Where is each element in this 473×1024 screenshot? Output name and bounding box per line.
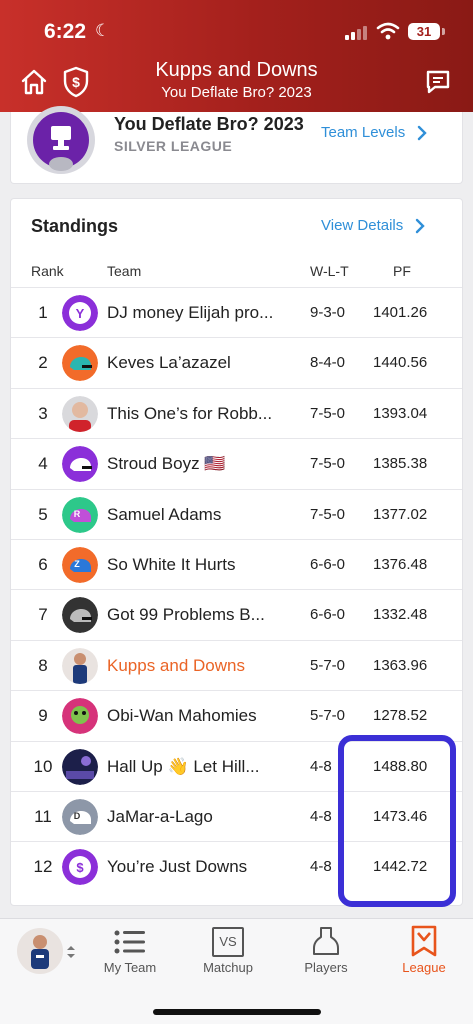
page-title: Kupps and Downs xyxy=(155,59,318,81)
team-name[interactable]: So White It Hurts xyxy=(107,555,293,575)
column-header-team: Team xyxy=(107,263,142,279)
chevron-right-icon xyxy=(418,125,427,140)
team-record: 4-8 xyxy=(310,808,332,825)
team-name[interactable]: Stroud Boyz 🇺🇸 xyxy=(107,454,293,474)
team-points-for: 1385.38 xyxy=(373,455,428,473)
svg-text:D: D xyxy=(74,811,81,821)
team-name[interactable]: You’re Just Downs xyxy=(107,857,293,877)
app-header: 6:22 ☾ 31 $ Kupps and Downs You Deflate … xyxy=(0,0,473,112)
table-row[interactable]: 7 Got 99 Problems B... 6-6-0 1332.48 xyxy=(11,589,462,639)
team-name[interactable]: Got 99 Problems B... xyxy=(107,605,293,625)
tab-league[interactable]: League xyxy=(379,960,469,975)
chevron-right-icon xyxy=(416,218,425,233)
svg-text:Y: Y xyxy=(76,306,85,321)
svg-text:Z: Z xyxy=(74,559,80,569)
cell-signal-icon xyxy=(345,26,367,40)
tab-my-team[interactable]: My Team xyxy=(85,960,175,975)
table-row[interactable]: 5 R Samuel Adams 7-5-0 1377.02 xyxy=(11,488,462,539)
team-avatar: Z xyxy=(62,547,98,583)
home-indicator xyxy=(153,1009,321,1015)
team-avatar: $ xyxy=(62,849,98,886)
team-record: 5-7-0 xyxy=(310,707,346,725)
team-points-for: 1278.52 xyxy=(373,707,428,725)
view-details-label: View Details xyxy=(321,217,404,234)
battery-indicator: 31 xyxy=(408,23,440,40)
tab-matchup[interactable]: Matchup xyxy=(183,960,273,975)
team-record: 7-5-0 xyxy=(310,455,346,473)
team-points-for: 1401.26 xyxy=(373,304,428,321)
team-name[interactable]: Samuel Adams xyxy=(107,505,293,525)
column-header-rank: Rank xyxy=(31,263,64,279)
team-avatar: Y xyxy=(62,295,98,331)
hand-drawn-highlight xyxy=(338,735,456,907)
table-row[interactable]: 3 This One’s for Robb... 7-5-0 1393.04 xyxy=(11,387,462,438)
league-name: You Deflate Bro? 2023 xyxy=(114,114,304,134)
team-points-for: 1393.04 xyxy=(373,404,428,422)
team-name[interactable]: Kupps and Downs xyxy=(107,656,293,676)
view-details-link[interactable]: View Details xyxy=(321,217,425,234)
moon-icon: ☾ xyxy=(95,21,111,40)
team-points-for: 1376.48 xyxy=(373,556,428,573)
table-row[interactable]: 1 Y DJ money Elijah pro... 9-3-0 1401.26 xyxy=(11,287,462,337)
team-levels-label: Team Levels xyxy=(321,124,406,141)
team-avatar xyxy=(62,647,98,684)
team-avatar: R xyxy=(62,496,98,533)
team-record: 4-8 xyxy=(310,858,332,876)
tab-players[interactable]: Players xyxy=(281,960,371,975)
team-record: 5-7-0 xyxy=(310,656,346,674)
standings-title: Standings xyxy=(31,216,119,236)
svg-text:$: $ xyxy=(76,860,84,875)
league-card: You Deflate Bro? 2023 SILVER LEAGUE Team… xyxy=(10,106,463,184)
team-avatar xyxy=(62,345,98,382)
team-name[interactable]: Keves La’azazel xyxy=(107,353,293,373)
table-row[interactable]: 8 Kupps and Downs 5-7-0 1363.96 xyxy=(11,639,462,690)
team-name[interactable]: Hall Up 👋 Let Hill... xyxy=(107,757,293,777)
list-icon[interactable] xyxy=(114,929,146,955)
team-points-for: 1332.48 xyxy=(373,606,428,624)
team-name[interactable]: This One’s for Robb... xyxy=(107,404,293,424)
team-record: 6-6-0 xyxy=(310,606,346,624)
column-header-wlt: W-L-T xyxy=(310,263,349,279)
team-avatar xyxy=(62,748,98,785)
team-points-for: 1363.96 xyxy=(373,656,428,674)
team-avatar: D xyxy=(62,799,98,835)
team-record: 7-5-0 xyxy=(310,505,346,523)
team-avatar xyxy=(62,395,98,432)
team-record: 7-5-0 xyxy=(310,404,346,422)
league-level: SILVER LEAGUE xyxy=(114,138,233,154)
column-header-pf: PF xyxy=(393,263,411,279)
battery-tip xyxy=(442,28,445,35)
switch-team-chevrons-icon[interactable] xyxy=(66,944,76,960)
team-record: 6-6-0 xyxy=(310,556,346,573)
table-row[interactable]: 9 Obi-Wan Mahomies 5-7-0 1278.52 xyxy=(11,690,462,740)
table-row[interactable]: 2 Keves La’azazel 8-4-0 1440.56 xyxy=(11,337,462,387)
team-record: 9-3-0 xyxy=(310,304,346,321)
league-banner-icon[interactable] xyxy=(410,925,438,957)
table-row[interactable]: 6 Z So White It Hurts 6-6-0 1376.48 xyxy=(11,539,462,589)
svg-text:R: R xyxy=(74,509,81,519)
team-avatar xyxy=(62,597,98,634)
table-row[interactable]: 4 Stroud Boyz 🇺🇸 7-5-0 1385.38 xyxy=(11,438,462,488)
versus-icon[interactable]: VS xyxy=(212,927,244,957)
chat-icon[interactable] xyxy=(424,68,452,96)
team-record: 4-8 xyxy=(310,757,332,775)
team-avatar xyxy=(62,698,98,735)
page-subtitle: You Deflate Bro? 2023 xyxy=(161,84,312,101)
team-points-for: 1377.02 xyxy=(373,505,428,523)
team-record: 8-4-0 xyxy=(310,354,346,372)
team-name[interactable]: JaMar-a-Lago xyxy=(107,807,293,827)
team-avatar xyxy=(62,446,98,483)
league-badge-icon xyxy=(27,106,95,174)
team-name[interactable]: Obi-Wan Mahomies xyxy=(107,706,293,726)
team-name[interactable]: DJ money Elijah pro... xyxy=(107,303,293,323)
status-time: 6:22 xyxy=(44,20,87,43)
team-levels-link[interactable]: Team Levels xyxy=(321,124,427,141)
player-icon[interactable] xyxy=(310,925,342,957)
profile-avatar[interactable] xyxy=(16,927,64,975)
wifi-icon xyxy=(376,22,400,40)
team-points-for: 1440.56 xyxy=(373,354,428,372)
